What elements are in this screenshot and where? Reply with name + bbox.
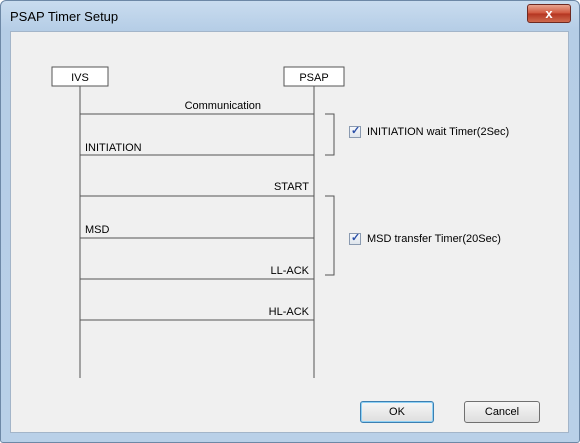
message-label-msd: MSD — [85, 224, 110, 236]
msd-timer-checkbox[interactable] — [349, 231, 361, 245]
dialog-client-area: IVS PSAP Communication INITIATION START … — [10, 31, 569, 433]
title-bar[interactable]: PSAP Timer Setup x — [1, 1, 579, 31]
msd-timer-label: MSD transfer Timer(20Sec) — [367, 233, 501, 245]
message-label-hl-ack: HL-ACK — [269, 306, 310, 318]
dialog-window: PSAP Timer Setup x IVS PSAP Communicatio… — [0, 0, 580, 443]
initiation-timer-bracket — [325, 113, 335, 156]
message-label-start: START — [274, 181, 309, 193]
initiation-timer-label: INITIATION wait Timer(2Sec) — [367, 126, 510, 138]
initiation-timer-checkbox[interactable] — [349, 124, 361, 138]
message-label-ll-ack: LL-ACK — [270, 265, 309, 277]
message-label-communication: Communication — [185, 100, 261, 112]
ivs-label: IVS — [71, 72, 89, 84]
close-button[interactable]: x — [527, 4, 571, 23]
ok-button[interactable]: OK — [360, 401, 434, 423]
sequence-diagram: IVS PSAP Communication INITIATION START … — [51, 66, 345, 378]
cancel-button[interactable]: Cancel — [464, 401, 540, 423]
psap-label: PSAP — [299, 72, 328, 84]
window-title: PSAP Timer Setup — [10, 9, 119, 24]
close-icon: x — [545, 6, 553, 21]
message-label-initiation: INITIATION — [85, 142, 142, 154]
msd-timer-bracket — [325, 195, 335, 276]
